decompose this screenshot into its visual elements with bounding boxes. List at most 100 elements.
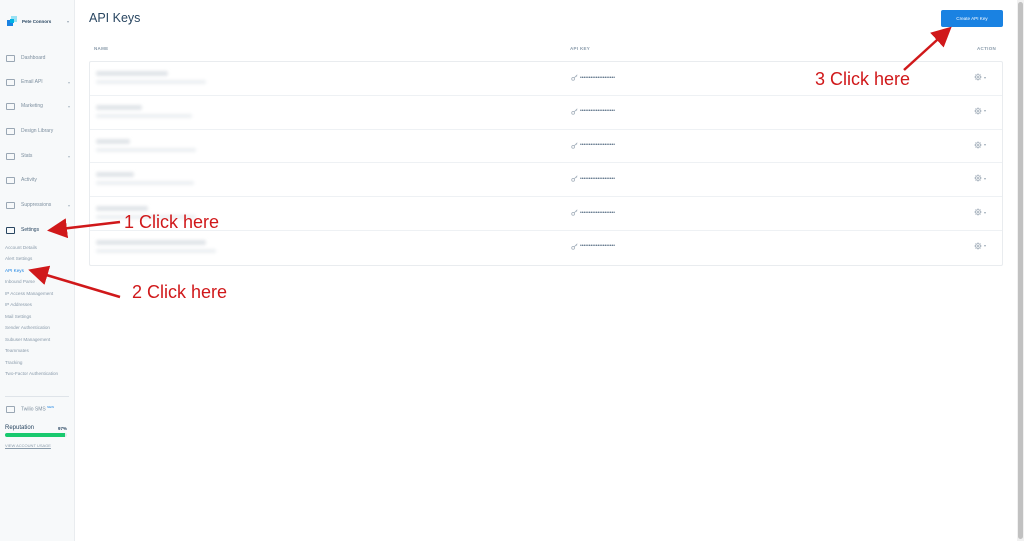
annotation-2: 2 Click here [132,282,228,302]
chevron-down-icon: ▾ [984,142,987,148]
scrollbar[interactable] [1017,0,1024,541]
sidebar-item-label: Activity [21,177,37,183]
annotation-1: 1 Click here [124,212,220,232]
sidebar-item-dashboard[interactable]: Dashboard [6,52,70,64]
chevron-down-icon: ▾ [66,18,69,24]
create-api-key-button[interactable]: Create API Key [941,10,1003,27]
settings-sub-tracking[interactable]: Tracking [5,360,71,366]
page-title: API Keys [89,11,141,25]
settings-sub-ip-access-management[interactable]: IP Access Management [5,291,71,297]
key-name-redacted [96,138,130,144]
account-switcher[interactable]: Pete Connors ▾ [7,14,69,28]
api-key-mask: •••••••••••••••••••• [580,243,616,250]
settings-sub-inbound-parse[interactable]: Inbound Parse [5,279,71,285]
sidebar-item-suppressions[interactable]: Suppressions ▾ [6,199,70,211]
settings-sub-ip-addresses[interactable]: IP Addresses [5,302,71,308]
gear-icon [974,73,982,81]
row-action-menu[interactable]: ▾ [974,140,987,149]
sidebar-item-twilio-sms[interactable]: Twilio SMS NEW [6,403,70,415]
settings-sub-two-factor-authentication[interactable]: Two-Factor Authentication [5,371,71,377]
api-key-cell: •••••••••••••••••••• [571,142,615,149]
row-action-menu[interactable]: ▾ [974,107,986,115]
chevron-down-icon: ▾ [984,209,987,215]
settings-sub-teammates[interactable]: Teammates [5,348,71,354]
app-window: Pete Connors ▾ Dashboard Email API ▾ Market… [0,0,1024,541]
api-keys-table: •••••••••••••••••••• ▾ •••••••••••••••••••… [89,61,1003,266]
table-row: •••••••••••••••••••• ▾ [90,130,1002,164]
sidebar-item-stats[interactable]: Stats ▾ [6,150,70,162]
view-account-usage-link[interactable]: VIEW ACCOUNT USAGE [5,443,51,448]
column-header-name: NAME [94,46,109,51]
api-key-mask: •••••••••••••••••••• [580,142,616,149]
sidebar-item-design-library[interactable]: Design Library [6,125,70,137]
row-action-menu[interactable]: ▾ [974,242,986,250]
settings-icon [6,226,15,234]
api-key-cell: •••••••••••••••••••• [571,209,615,216]
row-action-menu[interactable]: ▾ [974,73,986,81]
gear-icon [974,107,982,115]
account-name: Pete Connors [22,18,52,24]
gear-icon [974,242,982,250]
table-row: •••••••••••••••••••• ▾ [90,96,1002,130]
settings-sub-api-keys[interactable]: API Keys [5,268,71,274]
api-key-mask: •••••••••••••••••••• [580,209,616,216]
api-key-mask: •••••••••••••••••••• [580,175,616,182]
sidebar-item-marketing[interactable]: Marketing ▾ [6,100,70,112]
table-row: •••••••••••••••••••• ▾ [90,163,1002,198]
key-icon [571,209,578,216]
key-name-redacted [96,172,134,178]
key-id-redacted [96,147,196,152]
key-name-redacted [96,206,148,212]
sidebar-item-activity[interactable]: Activity [6,174,70,186]
api-key-mask: •••••••••••••••••••• [580,74,616,81]
chevron-down-icon: ▾ [984,108,987,114]
settings-sub-sender-authentication[interactable]: Sender Authentication [5,325,71,331]
key-id-redacted [96,113,192,118]
annotation-3: 3 Click here [815,69,911,89]
settings-sub-alert-settings[interactable]: Alert Settings [5,256,71,262]
settings-sub-subuser-management[interactable]: Subuser Management [5,337,71,343]
sidebar-item-label: Suppressions [21,202,52,208]
key-icon [571,74,578,81]
chevron-down-icon: ▾ [984,243,987,249]
sendgrid-logo-icon [7,16,17,26]
scrollbar-thumb[interactable] [1018,2,1023,539]
row-action-menu[interactable]: ▾ [974,208,986,216]
stats-icon [6,152,15,160]
settings-sub-mail-settings[interactable]: Mail Settings [5,314,71,320]
reputation-value: 97% [57,426,67,431]
marketing-icon [6,102,15,110]
chevron-down-icon: ▾ [67,202,70,208]
email-api-icon [6,78,15,86]
key-icon [571,108,578,115]
api-key-cell: •••••••••••••••••••• [571,108,615,115]
key-id-redacted [96,248,216,253]
dashboard-icon [6,54,15,62]
key-icon [571,142,578,149]
key-name-redacted [96,71,168,76]
gear-icon [974,208,982,216]
activity-icon [6,176,15,184]
sidebar-item-label: Design Library [21,128,54,134]
key-name-redacted [96,239,206,245]
settings-sub-account-details[interactable]: Account Details [5,245,71,251]
key-id-redacted [96,181,194,186]
table-row: •••••••••••••••••••• ▾ [90,231,1002,265]
new-badge: NEW [47,405,55,410]
key-icon [571,175,578,183]
chevron-down-icon: ▾ [984,74,987,80]
chevron-down-icon: ▾ [67,153,70,159]
reputation-label: Reputation [5,425,35,431]
chevron-down-icon: ▾ [67,103,70,109]
reputation-bar-fill [5,433,66,437]
sidebar-item-label: Twilio SMS [21,406,46,413]
sidebar-item-email-api[interactable]: Email API ▾ [6,76,70,88]
row-action-menu[interactable]: ▾ [974,174,986,182]
sidebar-item-label: Dashboard [21,55,46,61]
api-key-cell: •••••••••••••••••••• [571,175,616,183]
key-id-redacted [96,80,206,84]
sidebar-item-settings[interactable]: Settings [6,224,70,236]
sidebar-item-label: Settings [21,227,40,233]
design-library-icon [6,127,15,135]
sidebar-item-label: Marketing [21,103,43,109]
